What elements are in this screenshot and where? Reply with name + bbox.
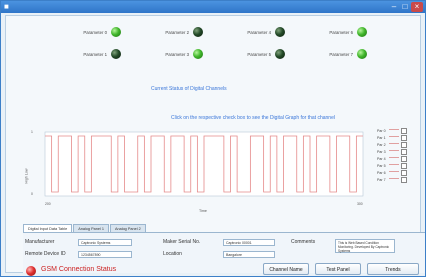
tab-digital-input[interactable]: Digital Input Data Table	[23, 224, 73, 232]
legend-item: Par 4	[377, 155, 417, 162]
channel-checkbox[interactable]	[401, 141, 407, 148]
legend-label: Par 3	[377, 149, 386, 154]
status-led-icon	[111, 49, 121, 59]
parameter-indicator: Parameter 2	[155, 26, 203, 38]
legend-item: Par 5	[377, 162, 417, 169]
channel-checkbox[interactable]	[401, 127, 407, 134]
legend-label: Par 4	[377, 156, 386, 161]
legend-swatch	[389, 170, 399, 175]
legend-item: Par 2	[377, 141, 417, 148]
tab-analog-panel-1[interactable]: Analog Panel 1	[73, 224, 109, 232]
manufacturer-field: Captronic Systems	[78, 239, 132, 246]
legend-item: Par 0	[377, 127, 417, 134]
instructions-text: Click on the respective check box to see…	[171, 115, 335, 121]
location-label: Location	[163, 251, 182, 257]
legend-label: Par 5	[377, 163, 386, 168]
x-tick-label: 300	[357, 202, 363, 206]
test-panel-button[interactable]: Test Panel	[315, 263, 361, 275]
x-tick-label: 200	[45, 202, 51, 206]
parameter-indicator: Parameter 4	[237, 26, 285, 38]
x-axis-label: Time	[199, 209, 207, 213]
parameter-label: Parameter 5	[247, 51, 271, 57]
title-bar: ■ – □ ×	[1, 1, 425, 13]
tab-analog-panel-2[interactable]: Analog Panel 2	[109, 224, 146, 232]
maker-serial-label: Maker Serial No.	[163, 239, 201, 245]
legend-swatch	[389, 177, 399, 182]
gsm-status-label: GSM Connection Status	[41, 266, 117, 273]
close-icon[interactable]: ×	[411, 2, 423, 12]
channel-checkbox[interactable]	[401, 162, 407, 169]
gsm-status-led-icon	[26, 266, 36, 276]
parameter-label: Parameter 4	[247, 29, 271, 35]
parameter-indicators: Parameter 0 Parameter 2 Parameter 4 Para…	[73, 26, 373, 66]
y-tick-label: 0	[31, 192, 33, 196]
legend-label: Par 6	[377, 170, 386, 175]
parameter-label: Parameter 7	[329, 51, 353, 57]
legend-item: Par 7	[377, 176, 417, 183]
legend-label: Par 0	[377, 128, 386, 133]
legend-swatch	[389, 128, 399, 133]
parameter-indicator: Parameter 3	[155, 48, 203, 60]
channel-legend: Par 0 Par 1 Par 2 Par 3 Par 4 Par 5 Par …	[377, 127, 417, 183]
main-window: ■ – □ × Parameter 0 Parameter 2 Paramete…	[0, 0, 426, 277]
comments-label: Comments	[291, 239, 316, 245]
y-tick-label: 1	[31, 130, 33, 134]
manufacturer-label: Manufacturer	[25, 239, 55, 245]
legend-swatch	[389, 163, 399, 168]
parameter-label: Parameter 2	[165, 29, 189, 35]
status-led-icon	[193, 27, 203, 37]
maximize-icon[interactable]: □	[400, 2, 410, 12]
channel-checkbox[interactable]	[401, 134, 407, 141]
legend-swatch	[389, 149, 399, 154]
parameter-indicator: Parameter 1	[73, 48, 121, 60]
trends-button[interactable]: Trends	[367, 263, 419, 275]
legend-swatch	[389, 156, 399, 161]
channel-checkbox[interactable]	[401, 176, 407, 183]
status-led-icon	[357, 27, 367, 37]
legend-label: Par 2	[377, 142, 386, 147]
parameter-label: Parameter 0	[83, 29, 107, 35]
remote-device-field: 1234567890	[78, 251, 132, 258]
legend-item: Par 3	[377, 148, 417, 155]
comments-field: This is Web Based Condition Monitoring. …	[335, 239, 395, 253]
status-led-icon	[275, 27, 285, 37]
parameter-indicator: Parameter 0	[73, 26, 121, 38]
legend-item: Par 1	[377, 134, 417, 141]
parameter-label: Parameter 1	[83, 51, 107, 57]
digital-graph: High Low 1 0 200 300 Time	[24, 126, 371, 214]
channel-name-button[interactable]: Channel Name	[263, 263, 309, 275]
remote-device-label: Remote Device ID	[25, 251, 66, 257]
parameter-indicator: Parameter 6	[319, 26, 367, 38]
legend-swatch	[389, 142, 399, 147]
legend-label: Par 1	[377, 135, 386, 140]
status-led-icon	[111, 27, 121, 37]
digital-graph-plot	[44, 131, 364, 197]
status-title: Current Status of Digital Channels	[151, 86, 227, 92]
legend-item: Par 6	[377, 169, 417, 176]
legend-label: Par 7	[377, 177, 386, 182]
status-led-icon	[193, 49, 203, 59]
channel-checkbox[interactable]	[401, 169, 407, 176]
parameter-label: Parameter 6	[329, 29, 353, 35]
status-led-icon	[357, 49, 367, 59]
channel-checkbox[interactable]	[401, 148, 407, 155]
parameter-indicator: Parameter 5	[237, 48, 285, 60]
app-icon: ■	[4, 2, 9, 11]
status-led-icon	[275, 49, 285, 59]
parameter-indicator: Parameter 7	[319, 48, 367, 60]
legend-swatch	[389, 135, 399, 140]
location-field: Bangalore	[223, 251, 275, 258]
channel-checkbox[interactable]	[401, 155, 407, 162]
maker-serial-field: Captronic 00001	[223, 239, 275, 246]
parameter-label: Parameter 3	[165, 51, 189, 57]
y-axis-label: High Low	[24, 168, 29, 184]
minimize-icon[interactable]: –	[389, 2, 399, 12]
panel-tabs: Digital Input Data Table Analog Panel 1 …	[23, 224, 147, 232]
